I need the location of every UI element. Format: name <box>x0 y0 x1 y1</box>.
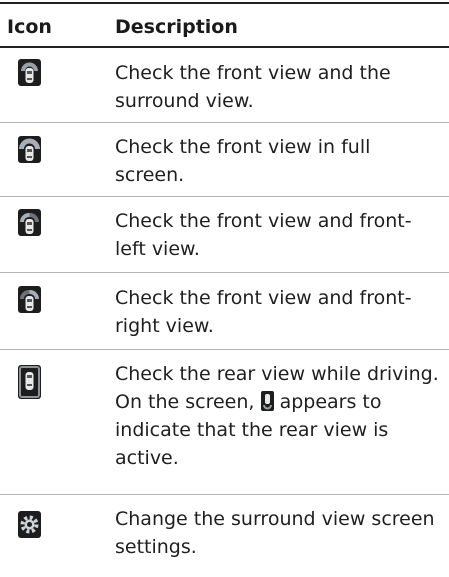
front-full-screen-view-icon <box>18 136 41 163</box>
front-right-view-icon <box>18 286 41 313</box>
front-and-surround-view-icon <box>18 59 41 86</box>
row-description-part: Check the rear view while driving. On th… <box>115 363 439 413</box>
row-description: Check the rear view while driving. On th… <box>115 360 441 472</box>
row-description: Check the front view and front-left view… <box>115 210 412 260</box>
rear-view-active-indicator-icon <box>260 391 274 411</box>
row-description: Check the front view and the surround vi… <box>115 62 391 112</box>
table-header: Icon Description <box>0 4 449 48</box>
header-icon: Icon <box>7 16 52 38</box>
row-description: Check the front view and front-right vie… <box>115 287 412 337</box>
rear-view-icon <box>18 365 41 399</box>
table-row: Check the front view and the surround vi… <box>0 50 449 123</box>
header-description: Description <box>115 16 238 38</box>
row-description: Check the front view in full screen. <box>115 136 371 186</box>
settings-gear-icon <box>18 511 41 538</box>
row-description: Change the surround view screen settings… <box>115 508 435 558</box>
table-row: Check the front view in full screen. <box>0 124 449 197</box>
table-row: Check the front view and front-left view… <box>0 198 449 273</box>
front-left-view-icon <box>18 209 41 236</box>
icon-description-table: Icon Description Check the front view an… <box>0 0 449 577</box>
table-row: Check the front view and front-right vie… <box>0 274 449 350</box>
table-row: Check the rear view while driving. On th… <box>0 351 449 495</box>
table-row: Change the surround view screen settings… <box>0 496 449 572</box>
